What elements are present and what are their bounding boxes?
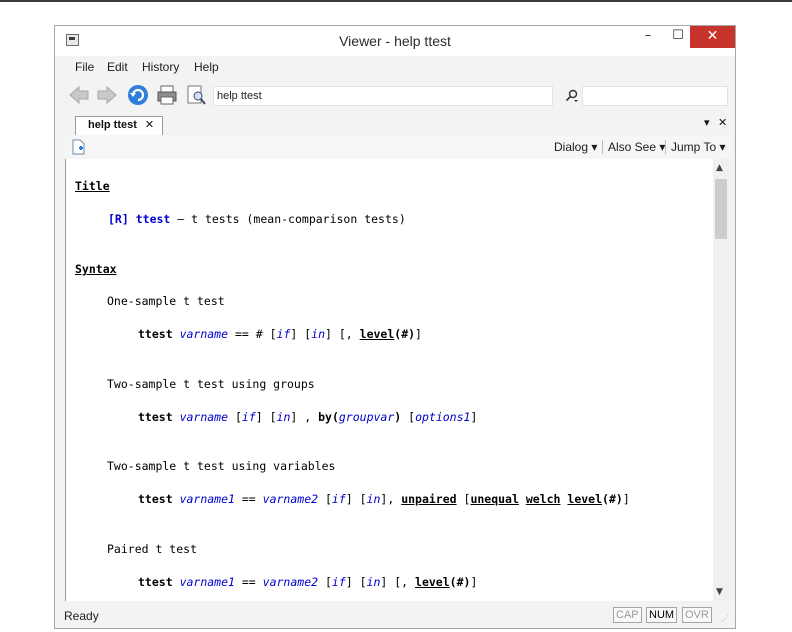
viewer-toolbar: Dialog ▾ Also See ▾ Jump To ▾ (65, 135, 731, 159)
back-arrow-icon[interactable] (68, 84, 90, 106)
syntax-paired: ttest varname1 == varname2 [if] [in] [, … (138, 575, 478, 589)
paired-heading: Paired t test (107, 542, 198, 556)
manual-ref-link[interactable]: [R] (108, 212, 129, 226)
close-button[interactable]: ✕ (690, 26, 735, 48)
command-address-input[interactable]: help ttest (213, 86, 553, 106)
screen-top-border (0, 0, 792, 2)
dialog-menu[interactable]: Dialog ▾ (554, 140, 597, 154)
help-content: Title [R] ttest — t tests (mean-comparis… (65, 159, 714, 601)
in-link[interactable]: in (277, 410, 291, 424)
if-link[interactable]: if (277, 327, 291, 341)
status-bar: Ready CAP NUM OVR ⋰ (55, 604, 735, 628)
title-line: [R] ttest — t tests (mean-comparison tes… (108, 212, 406, 226)
tab-strip: help ttest ✕ ▾ ✕ (65, 114, 731, 136)
if-link[interactable]: if (332, 575, 346, 589)
toolbar: help ttest (55, 78, 735, 112)
find-in-page-icon[interactable] (185, 84, 207, 106)
in-link[interactable]: in (311, 327, 325, 341)
separator (602, 140, 603, 154)
search-icon[interactable] (565, 89, 579, 103)
ttest-link[interactable]: ttest (136, 212, 171, 226)
varname2-link[interactable]: varname2 (263, 575, 318, 589)
syntax-heading: Syntax (75, 262, 117, 276)
one-sample-heading: One-sample t test (107, 294, 225, 308)
menu-history[interactable]: History (142, 60, 179, 74)
syntax-two-sample-vars: ttest varname1 == varname2 [if] [in], un… (138, 492, 630, 506)
jump-to-menu[interactable]: Jump To ▾ (671, 140, 726, 154)
menu-help[interactable]: Help (194, 60, 219, 74)
search-input[interactable] (582, 86, 728, 106)
new-viewer-icon[interactable] (72, 139, 85, 155)
separator (665, 140, 666, 154)
menu-bar: File Edit History Help (55, 56, 735, 78)
tab-label: help ttest (88, 119, 137, 131)
varname-link[interactable]: varname (180, 327, 228, 341)
in-link[interactable]: in (367, 492, 381, 506)
pane-close-icon[interactable]: ✕ (718, 116, 727, 129)
syntax-one-sample: ttest varname == # [if] [in] [, level(#)… (138, 327, 422, 341)
varname-link[interactable]: varname (180, 410, 228, 424)
title-heading: Title (75, 179, 110, 193)
maximize-button[interactable]: ☐ (663, 26, 693, 48)
forward-arrow-icon[interactable] (96, 84, 118, 106)
also-see-menu[interactable]: Also See ▾ (608, 140, 665, 154)
if-link[interactable]: if (242, 410, 256, 424)
vertical-scrollbar[interactable]: ▲ ▼ (713, 159, 731, 601)
scroll-down-icon[interactable]: ▼ (716, 587, 723, 597)
overwrite-indicator: OVR (682, 607, 712, 623)
options1-link[interactable]: options1 (415, 410, 470, 424)
refresh-icon[interactable] (127, 84, 149, 106)
scroll-thumb[interactable] (715, 179, 727, 239)
level-option: level (359, 327, 395, 341)
groupvar-link[interactable]: groupvar (339, 410, 394, 424)
menu-file[interactable]: File (75, 60, 94, 74)
if-link[interactable]: if (332, 492, 346, 506)
menu-edit[interactable]: Edit (107, 60, 128, 74)
varname1-link[interactable]: varname1 (180, 575, 235, 589)
scroll-up-icon[interactable]: ▲ (716, 163, 723, 173)
caps-lock-indicator: CAP (613, 607, 642, 623)
tab-close-icon[interactable]: ✕ (145, 119, 154, 131)
syntax-two-sample-groups: ttest varname [if] [in] , by(groupvar) [… (138, 410, 478, 424)
minimize-button[interactable]: – (633, 26, 663, 48)
num-lock-indicator: NUM (646, 607, 678, 623)
tab-help-ttest[interactable]: help ttest ✕ (75, 116, 164, 135)
resize-grip-icon[interactable]: ⋰ (721, 614, 729, 623)
viewer-window: Viewer - help ttest – ☐ ✕ File Edit Hist… (54, 25, 736, 629)
in-link[interactable]: in (367, 575, 381, 589)
title-bar: Viewer - help ttest – ☐ ✕ (55, 26, 735, 56)
varname1-link[interactable]: varname1 (180, 492, 235, 506)
pane-dropdown-icon[interactable]: ▾ (704, 116, 710, 129)
two-sample-vars-heading: Two-sample t test using variables (107, 459, 336, 473)
print-icon[interactable] (156, 84, 178, 106)
varname2-link[interactable]: varname2 (263, 492, 318, 506)
two-sample-groups-heading: Two-sample t test using groups (107, 377, 315, 391)
status-text: Ready (64, 609, 99, 623)
